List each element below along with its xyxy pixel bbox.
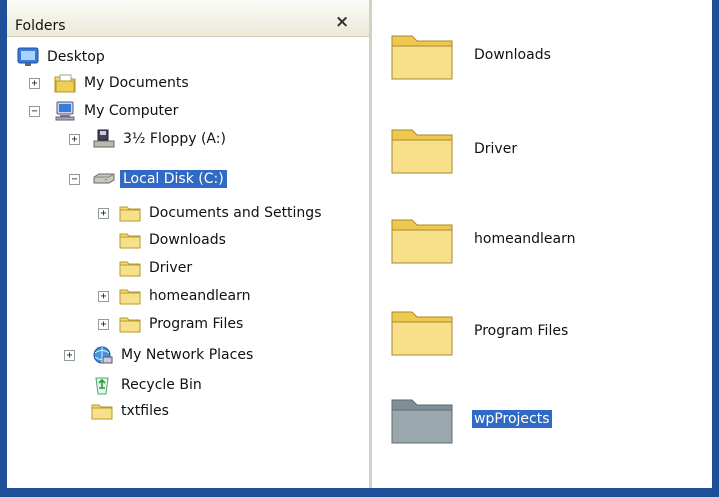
tree-item-label: 3½ Floppy (A:): [123, 131, 226, 147]
close-icon[interactable]: ×: [335, 12, 349, 32]
tree-item-my-computer[interactable]: − My Computer: [29, 98, 181, 124]
explorer-window: Folders × Desktop + My Documents − My Co…: [0, 0, 719, 497]
tree-item-label: Recycle Bin: [121, 377, 202, 393]
content-item-label: wpProjects: [472, 410, 552, 428]
folder-icon: [91, 404, 113, 420]
folder-icon: [119, 317, 141, 333]
tree-item-downloads[interactable]: Downloads: [119, 227, 229, 253]
tree-item-label: My Computer: [84, 103, 179, 119]
tree-item-label: Desktop: [47, 49, 105, 65]
content-item-label: homeandlearn: [474, 231, 576, 247]
folder-contents: Downloads Driver homeandlearn Program Fi…: [372, 0, 712, 488]
expand-icon[interactable]: +: [98, 319, 109, 330]
tree-item-my-network-places[interactable]: + My Network Places: [64, 342, 256, 368]
folder-icon: [391, 35, 453, 80]
tree-item-desktop[interactable]: Desktop: [17, 44, 108, 70]
recycle-bin-icon: [95, 377, 109, 395]
my-documents-icon: [54, 74, 76, 93]
tree-item-label: Documents and Settings: [149, 205, 322, 221]
folder-icon: [119, 206, 141, 222]
tree-item-label: Local Disk (C:): [120, 170, 227, 188]
tree-item-label: Driver: [149, 260, 193, 276]
floppy-drive-icon: [93, 129, 115, 148]
folder-icon: [391, 219, 453, 264]
tree-item-documents-and-settings[interactable]: + Documents and Settings: [98, 200, 324, 226]
hard-disk-icon: [93, 173, 115, 184]
folder-icon: [391, 311, 453, 356]
folder-icon: [119, 261, 141, 277]
tree-item-driver[interactable]: Driver: [119, 255, 195, 281]
desktop-icon: [17, 47, 39, 66]
content-item-label: Downloads: [474, 47, 551, 63]
tree-item-local-disk[interactable]: − Local Disk (C:): [69, 166, 227, 192]
network-places-icon: [93, 346, 113, 364]
tree-item-label: txtfiles: [121, 403, 169, 419]
tree-item-label: homeandlearn: [149, 288, 251, 304]
tree-item-label: My Network Places: [121, 347, 254, 363]
content-item-label: Program Files: [474, 323, 569, 339]
content-item-driver[interactable]: Driver: [390, 122, 519, 176]
tree-item-txtfiles[interactable]: txtfiles: [91, 398, 172, 424]
tree-item-program-files[interactable]: + Program Files: [98, 311, 246, 337]
tree-item-floppy-drive[interactable]: + 3½ Floppy (A:): [69, 126, 229, 152]
folders-title: Folders: [15, 18, 66, 34]
tree-item-label: Downloads: [149, 232, 226, 248]
tree-item-my-documents[interactable]: + My Documents: [29, 70, 192, 96]
folders-pane: Folders × Desktop + My Documents − My Co…: [7, 0, 372, 488]
folder-icon: [391, 399, 453, 444]
folder-icon: [391, 129, 453, 174]
my-computer-icon: [55, 101, 75, 121]
expand-icon[interactable]: +: [69, 134, 80, 145]
folder-icon: [119, 233, 141, 249]
folders-header: Folders ×: [7, 0, 369, 37]
tree-item-homeandlearn[interactable]: + homeandlearn: [98, 283, 254, 309]
collapse-icon[interactable]: −: [29, 106, 40, 117]
expand-icon[interactable]: +: [29, 78, 40, 89]
expand-icon[interactable]: +: [64, 350, 75, 361]
content-item-homeandlearn[interactable]: homeandlearn: [390, 212, 578, 266]
expand-icon[interactable]: +: [98, 291, 109, 302]
collapse-icon[interactable]: −: [69, 174, 80, 185]
folder-icon: [119, 289, 141, 305]
expand-icon[interactable]: +: [98, 208, 109, 219]
content-item-downloads[interactable]: Downloads: [390, 28, 553, 82]
tree-item-recycle-bin[interactable]: Recycle Bin: [91, 372, 205, 398]
tree-item-label: My Documents: [84, 75, 189, 91]
tree-item-label: Program Files: [149, 316, 244, 332]
content-item-label: Driver: [474, 141, 518, 157]
content-item-wpprojects[interactable]: wpProjects: [390, 392, 552, 446]
content-item-program-files[interactable]: Program Files: [390, 304, 570, 358]
